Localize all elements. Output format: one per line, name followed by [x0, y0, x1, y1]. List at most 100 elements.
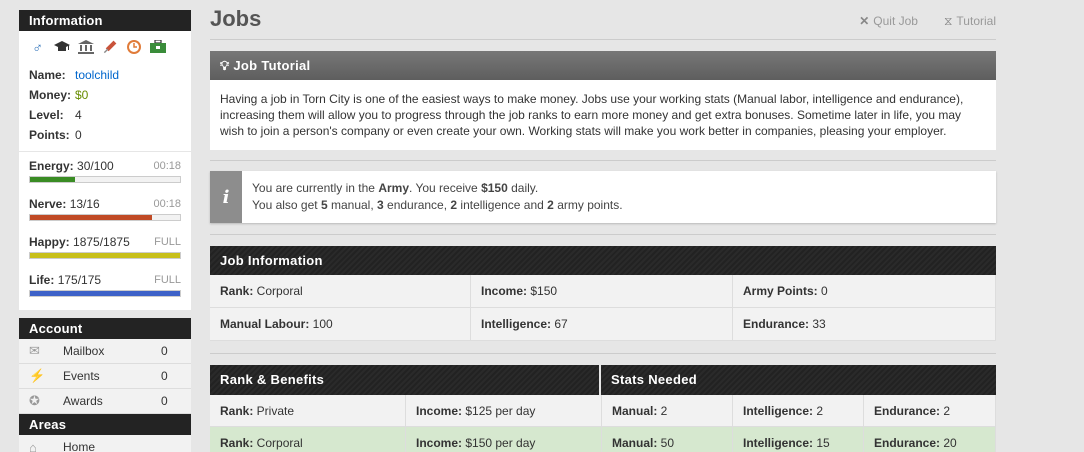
info-text: . You receive — [409, 181, 482, 195]
current-job-name: Army — [378, 181, 409, 195]
energy-bar[interactable]: Energy: 30/100 00:18 — [29, 158, 181, 194]
nerve-bar[interactable]: Nerve: 13/16 00:18 — [29, 196, 181, 232]
male-gender-icon[interactable]: ♂ — [29, 39, 46, 56]
sidebar-item-mailbox[interactable]: ✉ Mailbox 0 — [19, 339, 191, 364]
level-row: Level: 4 — [29, 105, 181, 125]
manual-cell: Manual: 50 — [602, 427, 733, 452]
stat-bars: Energy: 30/100 00:18 Nerve: 13/16 00:18 … — [19, 152, 191, 310]
job-information-header: Job Information — [210, 246, 996, 275]
rank-benefits-header: Rank & Benefits — [210, 365, 601, 395]
job-tutorial-header[interactable]: 💡︎ Job Tutorial — [210, 51, 996, 80]
nerve-track — [29, 214, 181, 221]
money-value[interactable]: $0 — [75, 85, 88, 105]
points-row: Points: 0 — [29, 125, 181, 145]
job-tutorial-panel: 💡︎ Job Tutorial Having a job in Torn City… — [210, 51, 996, 150]
title-row: Jobs ✕ Quit Job ⧖ Tutorial — [210, 0, 996, 40]
manual-gain: 5 — [320, 198, 328, 212]
medal-icon: ✪ — [29, 393, 40, 408]
current-job-message: i You are currently in the Army. You rec… — [210, 171, 996, 223]
job-tutorial-text: Having a job in Torn City is one of the … — [210, 80, 996, 150]
life-bar[interactable]: Life: 175/175 FULL — [29, 272, 181, 308]
level-label: Level: — [29, 108, 64, 122]
daily-pay: $150 — [481, 181, 508, 195]
happy-label: Happy: — [29, 235, 70, 249]
endurance-cell: Endurance: 2 — [864, 395, 996, 427]
close-icon: ✕ — [859, 14, 870, 28]
happy-timer: FULL — [154, 236, 181, 248]
sidebar-item-events[interactable]: ⚡ Events 0 — [19, 364, 191, 389]
home-icon: ⌂ — [29, 439, 37, 452]
stats-needed-header: Stats Needed — [601, 365, 996, 395]
table-row[interactable]: Rank: Private Income: $125 per day Manua… — [210, 395, 996, 427]
tutorial-link[interactable]: ⧖ Tutorial — [944, 14, 996, 29]
job-information-panel: Job Information Rank: Corporal Income: $… — [210, 246, 996, 341]
intelligence-cell: Intelligence: 2 — [733, 395, 864, 427]
mailbox-label: Mailbox — [63, 344, 105, 358]
nerve-label: Nerve: — [29, 197, 67, 211]
job-info-endurance: Endurance: 33 — [733, 308, 996, 341]
job-tutorial-title: Job Tutorial — [233, 58, 311, 73]
sidebar-item-awards[interactable]: ✪ Awards 0 — [19, 389, 191, 414]
life-fill — [30, 291, 180, 296]
information-header: Information — [19, 10, 191, 31]
intelligence-cell: Intelligence: 15 — [733, 427, 864, 452]
quit-job-label: Quit Job — [873, 14, 918, 28]
main-content: Jobs ✕ Quit Job ⧖ Tutorial 💡︎ Job Tutorial … — [210, 0, 996, 452]
job-information-grid: Rank: Corporal Income: $150 Army Points:… — [210, 275, 996, 341]
awards-label: Awards — [63, 394, 103, 408]
information-box: ♂ Name: toolchild Money: $0 Level: 4 Poi… — [19, 31, 191, 151]
sidebar: Information ♂ Name: toolchild Money: $0 … — [19, 10, 191, 452]
sidebar-item-home[interactable]: ⌂ Home — [19, 435, 191, 452]
points-value: 0 — [75, 128, 82, 142]
top-links: ✕ Quit Job ⧖ Tutorial — [859, 14, 996, 29]
nerve-value: 13/16 — [69, 197, 100, 211]
table-row-current[interactable]: Rank: Corporal Income: $150 per day Manu… — [210, 427, 996, 452]
job-info-rank: Rank: Corporal — [210, 275, 471, 308]
energy-track — [29, 176, 181, 183]
job-info-intelligence: Intelligence: 67 — [471, 308, 733, 341]
graduation-cap-icon[interactable] — [53, 39, 70, 56]
divider — [210, 160, 996, 161]
happy-bar[interactable]: Happy: 1875/1875 FULL — [29, 234, 181, 270]
divider — [210, 234, 996, 235]
job-info-manual-labour: Manual Labour: 100 — [210, 308, 471, 341]
info-text: manual, — [327, 198, 377, 212]
info-text: You are currently in the — [252, 181, 379, 195]
happy-value: 1875/1875 — [73, 235, 130, 249]
nerve-fill — [30, 215, 152, 220]
job-info-income: Income: $150 — [471, 275, 733, 308]
points-label: Points: — [29, 128, 70, 142]
life-track — [29, 290, 181, 297]
army-points-gain: 2 — [547, 198, 554, 212]
status-icons-row: ♂ — [29, 37, 181, 57]
info-icon: i — [210, 171, 242, 223]
info-text: intelligence and — [457, 198, 548, 212]
player-name-link[interactable]: toolchild — [75, 65, 119, 85]
endurance-gain: 3 — [377, 198, 384, 212]
income-cell: Income: $150 per day — [406, 427, 602, 452]
info-text: army points. — [553, 198, 623, 212]
info-text: endurance, — [383, 198, 451, 212]
awards-count: 0 — [161, 394, 168, 408]
areas-header: Areas — [19, 414, 191, 435]
clock-icon[interactable] — [125, 39, 142, 56]
energy-label: Energy: — [29, 159, 74, 173]
bank-icon[interactable] — [77, 39, 94, 56]
rank-benefits-table: Rank & Benefits Stats Needed Rank: Priva… — [210, 365, 996, 452]
life-label: Life: — [29, 273, 55, 287]
account-header: Account — [19, 318, 191, 339]
syringe-icon[interactable] — [101, 39, 118, 56]
events-label: Events — [63, 369, 100, 383]
happy-track — [29, 252, 181, 259]
mailbox-count: 0 — [161, 344, 168, 358]
briefcase-icon[interactable] — [149, 39, 166, 56]
energy-fill — [30, 177, 75, 182]
level-value: 4 — [75, 108, 82, 122]
life-value: 175/175 — [57, 273, 102, 287]
name-row: Name: toolchild — [29, 65, 181, 85]
quit-job-link[interactable]: ✕ Quit Job — [859, 14, 918, 29]
life-timer: FULL — [154, 274, 181, 286]
job-info-army-points: Army Points: 0 — [733, 275, 996, 308]
money-row: Money: $0 — [29, 85, 181, 105]
rank-cell: Rank: Private — [210, 395, 406, 427]
